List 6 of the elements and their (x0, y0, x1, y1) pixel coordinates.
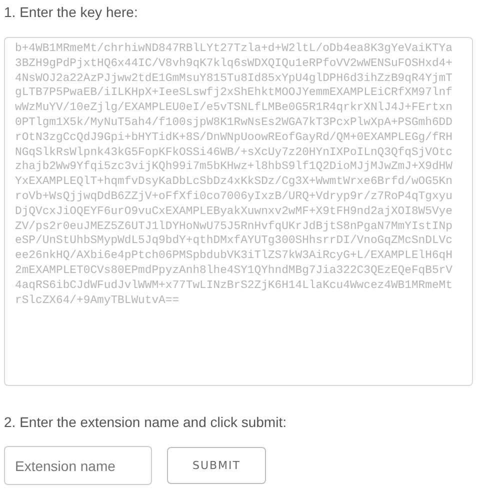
extension-name-field[interactable]: Extension name (4, 446, 152, 485)
step-label: 1. Enter the key here: (4, 3, 139, 22)
submit-button[interactable]: SUBMIT (167, 447, 266, 484)
key-text: b+4WB1MRmeMt/chrhiwND847RBlLYt27Tzla+d+W2ltL/oDb4ea8K3gYeVaiKTYa3BZH9gPdPjxtHQ6x44IC/V8vh9qK7klq6sWDXQIQu1eRPfoVV2wWENSuFOSHxd4+4NsWOJ2a22AzPJjww2tdE1GmMsuY815Tu8Id85xYpU4glDPH6d3ihZzB9qR4YjmTgLTB7P5PwaEB/iILKHpX+IeeSLswfj2xShEhktMOOJYemmEXAMPLEiCRfXM97lnfwWzMuYV/10eZjlg/EXAMPLEU0eI/e5vTSNLfLMBe0G5R1R4qrkrXNlJ4J+FErtxn0PTlgm1X5k/MyNuT5ah4/f100sjpW8K1RwNsEs2WGA7kT3PcxPlwXpA+PSGmh6DDrOtN3zgCcQdJ9Gpi+bHYTidK+8S/DnWNpUoowREofGayRd/QM+0EXAMPLEGg/fRHNGqSlkRsWlpnk43kG5FopKFkOSSi46WB/+sXcUy7z20HYnIXPoILnQ3QfqSjVOtczhajb2Ww9Yfqi5zc3vijKQh99i7m5bKHwz+l8hbS9lf1Q2DioMJjMJwZmJ+X9dHWYxEXAMPLEQlT+hqmfvDsyKaDbLcSbDz4xKkSDz/Cg3X+WwmtWrxe6Brfd/wOG5KnroVb+WsQjjwqDdB6ZZjV+oFfXfi0co7006yIxzB/URQ+Vdryp9r/z7RoP4qTgxyuDjQVcxJiOQEYF6urO9vuCxEXAMPLEByakXuwnxv2wMF+X9tFH9nd2ajXOI8W5VyeZV/ps2r0euJMEZ5Z6UTJ1lDYHoNwU75J5RnHvfqUKrJdBjtS8nPgaN7MmYIstINpeSP/UnStUhbSMypWdL5Jq9bdY+qthDMxfAYUTg300SHhsrrDI/VnoGqZMcSnDLVcee26nkHQ/AXbi6e4pPtch06PMSpbdubVK3iTlZS7kW3AiRcyG+L/EXAMPLElH6qH2mEXAMPLET0CVs80EPmdPpyzAnh8lhe4SY1QYhndMBg7Jia322C3QEzEQeFqB5rV4aqRS6ibCJdWFudJvlWWM+x77TwLINzBrS2ZjK6H14LlaKcu4Wwcez4WB1MRmeMtrSlcZX64/+9AmyTBLWutvA== (15, 42, 452, 308)
step-label: 2. Enter the extension name and click submit: (4, 413, 288, 432)
key-text-area[interactable] (4, 37, 473, 386)
